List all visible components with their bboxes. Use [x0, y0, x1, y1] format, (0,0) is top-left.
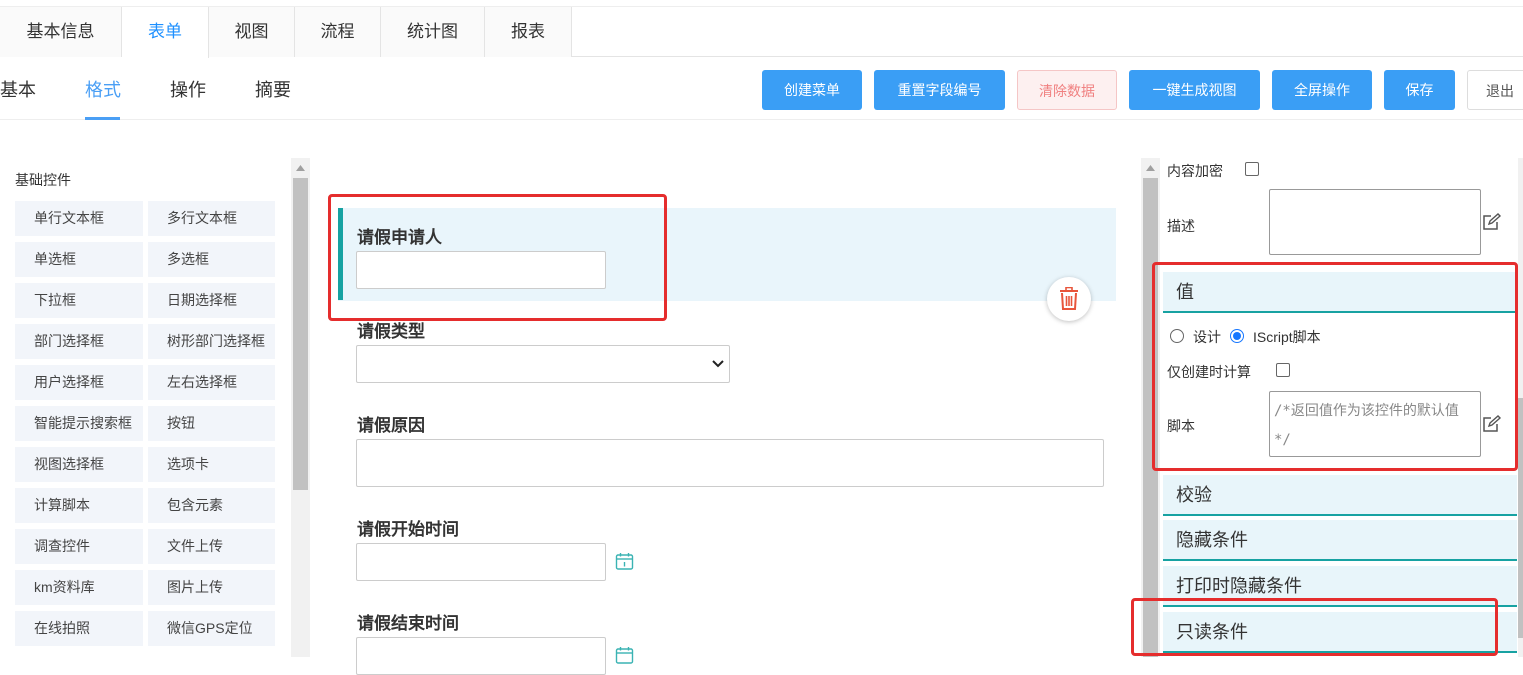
top-tab-bar: 基本信息 表单 视图 流程 统计图 报表 [0, 6, 1523, 58]
trash-icon [1060, 287, 1078, 310]
tab-basic-info[interactable]: 基本信息 [0, 7, 122, 57]
end-time-input[interactable] [356, 637, 606, 675]
palette-item[interactable]: 树形部门选择框 [148, 324, 275, 359]
tab-chart[interactable]: 统计图 [381, 7, 485, 57]
encrypt-label: 内容加密 [1167, 163, 1223, 179]
reset-field-number-button[interactable]: 重置字段编号 [874, 70, 1005, 110]
palette-item[interactable]: 智能提示搜索框 [15, 406, 143, 441]
encrypt-checkbox[interactable] [1245, 162, 1259, 176]
end-time-label: 请假结束时间 [357, 614, 459, 633]
tab-report[interactable]: 报表 [485, 7, 572, 57]
palette-item[interactable]: 下拉框 [15, 283, 143, 318]
validation-section-header[interactable]: 校验 [1163, 475, 1517, 516]
palette-item[interactable]: 部门选择框 [15, 324, 143, 359]
exit-button[interactable]: 退出 [1467, 70, 1523, 110]
create-menu-button[interactable]: 创建菜单 [762, 70, 862, 110]
subtab-basic[interactable]: 基本 [0, 76, 36, 102]
annotation-box [1131, 598, 1498, 656]
palette-item[interactable]: 微信GPS定位 [148, 611, 275, 646]
palette-item[interactable]: 包含元素 [148, 488, 275, 523]
calendar-icon[interactable] [615, 646, 634, 665]
palette-item[interactable]: 计算脚本 [15, 488, 143, 523]
palette-scroll-thumb[interactable] [293, 178, 308, 490]
annotation-box [1152, 262, 1518, 471]
annotation-box [328, 194, 667, 321]
palette-item[interactable]: 单行文本框 [15, 201, 143, 236]
fullscreen-button[interactable]: 全屏操作 [1272, 70, 1372, 110]
scroll-up-arrow-icon[interactable] [1146, 165, 1155, 171]
palette-item[interactable]: 用户选择框 [15, 365, 143, 400]
description-label: 描述 [1167, 218, 1195, 234]
active-tab-indicator [85, 117, 120, 120]
palette-item[interactable]: 日期选择框 [148, 283, 275, 318]
generate-view-button[interactable]: 一键生成视图 [1129, 70, 1260, 110]
tab-view[interactable]: 视图 [209, 7, 295, 57]
palette-item[interactable]: 调查控件 [15, 529, 143, 564]
leave-reason-label: 请假原因 [357, 416, 425, 435]
palette-item[interactable]: 选项卡 [148, 447, 275, 482]
delete-field-button[interactable] [1047, 277, 1091, 321]
tab-flow[interactable]: 流程 [295, 7, 381, 57]
divider [0, 119, 1523, 120]
clear-data-button[interactable]: 清除数据 [1017, 70, 1117, 110]
page-scrollbar[interactable] [1518, 158, 1523, 657]
palette-item[interactable]: 多行文本框 [148, 201, 275, 236]
subtab-format[interactable]: 格式 [85, 76, 121, 102]
description-textarea[interactable] [1269, 189, 1481, 255]
scroll-up-arrow-icon[interactable] [296, 165, 305, 171]
chevron-down-icon [712, 360, 724, 368]
palette-scrollbar[interactable] [291, 158, 310, 657]
calendar-icon[interactable] [615, 552, 634, 571]
leave-reason-input[interactable] [356, 439, 1104, 487]
palette-item[interactable]: 图片上传 [148, 570, 275, 605]
palette-item[interactable]: 视图选择框 [15, 447, 143, 482]
palette-item[interactable]: 左右选择框 [148, 365, 275, 400]
palette-item[interactable]: 按钮 [148, 406, 275, 441]
start-time-label: 请假开始时间 [357, 520, 459, 539]
hide-condition-section-header[interactable]: 隐藏条件 [1163, 520, 1517, 561]
palette-item[interactable]: 单选框 [15, 242, 143, 277]
subtab-summary[interactable]: 摘要 [255, 76, 291, 102]
tab-form[interactable]: 表单 [122, 7, 209, 58]
palette-item[interactable]: 在线拍照 [15, 611, 143, 646]
subtab-operation[interactable]: 操作 [170, 76, 206, 102]
page-scroll-thumb[interactable] [1518, 398, 1523, 638]
palette-title: 基础控件 [15, 172, 71, 188]
palette-item[interactable]: km资料库 [15, 570, 143, 605]
save-button[interactable]: 保存 [1384, 70, 1455, 110]
leave-type-select[interactable] [356, 345, 730, 383]
edit-icon[interactable] [1482, 213, 1502, 231]
start-time-input[interactable] [356, 543, 606, 581]
palette-item[interactable]: 多选框 [148, 242, 275, 277]
palette-item[interactable]: 文件上传 [148, 529, 275, 564]
